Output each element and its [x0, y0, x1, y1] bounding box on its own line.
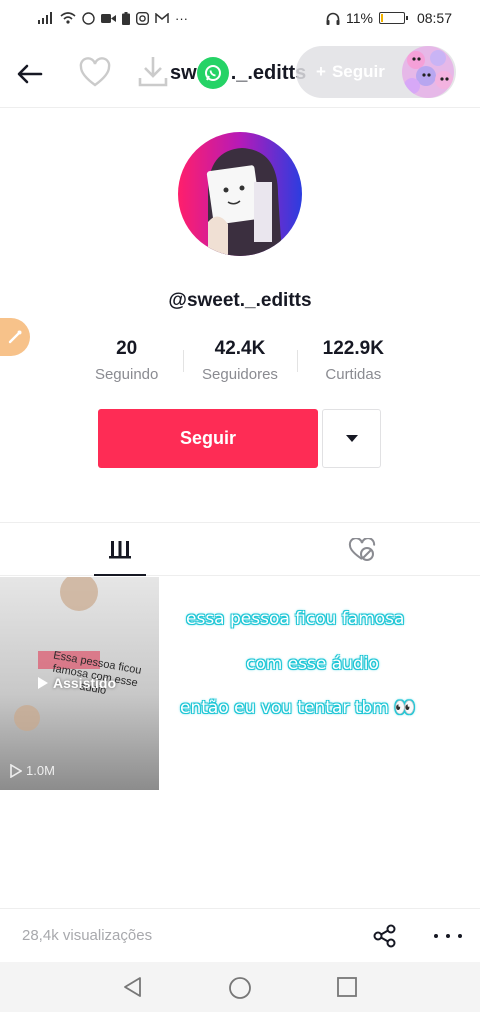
- views-count: 28,4k visualizações: [22, 927, 153, 944]
- nav-recents-icon[interactable]: [336, 976, 358, 998]
- edit-brush-icon[interactable]: [0, 318, 30, 356]
- status-bar: ··· 11% 08:57: [0, 0, 480, 36]
- grid-bars-icon: [109, 540, 131, 558]
- caret-down-icon: [345, 434, 358, 442]
- nav-home-icon[interactable]: [228, 976, 252, 1000]
- tab-videos[interactable]: [94, 523, 146, 576]
- stat-likes: 122.9K Curtidas: [296, 338, 410, 394]
- video-views: 1.0M: [10, 763, 55, 778]
- system-navigation-bar: [0, 962, 480, 1012]
- more-options-icon[interactable]: [434, 923, 462, 949]
- header-follow-button[interactable]: + Seguir: [296, 46, 456, 98]
- thumbnail-avatar-2: [14, 705, 40, 731]
- status-time: 08:57: [416, 10, 452, 26]
- status-more: ···: [175, 10, 188, 26]
- stat-followers-label: Seguidores: [202, 366, 278, 383]
- hidden-heart-icon: [348, 537, 376, 561]
- stat-likes-label: Curtidas: [325, 366, 382, 383]
- plus-icon: +: [316, 62, 326, 81]
- header-username: sw ._.editts: [170, 62, 307, 84]
- nav-back-icon[interactable]: [122, 976, 144, 998]
- whatsapp-icon: [82, 11, 95, 25]
- overlay-caption-line-3: então eu vou tentar tbm 👀: [180, 698, 416, 718]
- video-thumbnail[interactable]: Essa pessoa ficou famosa com esse áudio …: [0, 577, 159, 790]
- instagram-icon: [136, 11, 149, 25]
- play-outline-icon: [10, 763, 22, 778]
- wifi-icon: [60, 12, 76, 24]
- tab-liked[interactable]: [336, 523, 388, 576]
- profile-avatar[interactable]: [178, 132, 302, 256]
- video-views-count: 1.0M: [26, 763, 55, 778]
- header-follow-label: Seguir: [331, 62, 385, 81]
- suggested-accounts-button[interactable]: [322, 409, 381, 468]
- download-icon[interactable]: [136, 54, 170, 90]
- video-icon: [101, 13, 116, 23]
- profile-stats: 20 Seguindo 42.4K Seguidores 122.9K Curt…: [70, 338, 410, 394]
- profile-tabs: [0, 522, 480, 576]
- stat-following-label: Seguindo: [94, 366, 159, 383]
- watched-badge: Assistido: [38, 675, 116, 691]
- status-right: 11% 08:57: [326, 10, 452, 26]
- follow-button[interactable]: Seguir: [98, 409, 318, 468]
- back-arrow-icon[interactable]: [14, 58, 46, 90]
- gmail-icon: [155, 12, 169, 23]
- play-icon: [38, 677, 48, 689]
- stat-likes-value: 122.9K: [322, 338, 384, 359]
- stat-following[interactable]: 20 Seguindo: [70, 338, 183, 394]
- favorite-heart-icon[interactable]: [78, 56, 112, 90]
- signal-icon: [38, 12, 52, 24]
- headphones-icon: [326, 12, 340, 25]
- stat-followers[interactable]: 42.4K Seguidores: [183, 338, 296, 394]
- overlay-caption-line-2: com esse áudio: [246, 654, 379, 674]
- share-icon[interactable]: [372, 923, 398, 949]
- battery-icon: [378, 12, 408, 24]
- stat-followers-value: 42.4K: [214, 338, 266, 359]
- battery-saver-icon: [122, 11, 130, 25]
- header-avatar: [402, 46, 454, 98]
- status-icons: ···: [38, 11, 188, 26]
- video-info-bar: 28,4k visualizações: [0, 908, 480, 962]
- profile-header: sw ._.editts + Seguir: [0, 40, 480, 108]
- stat-following-value: 20: [116, 338, 138, 359]
- profile-handle: @sweet._.editts: [168, 290, 312, 311]
- watched-label: Assistido: [53, 675, 117, 691]
- overlay-caption-line-1: essa pessoa ficou famosa: [186, 609, 405, 629]
- battery-percent: 11%: [345, 10, 373, 26]
- whatsapp-bubble-icon[interactable]: [197, 57, 229, 89]
